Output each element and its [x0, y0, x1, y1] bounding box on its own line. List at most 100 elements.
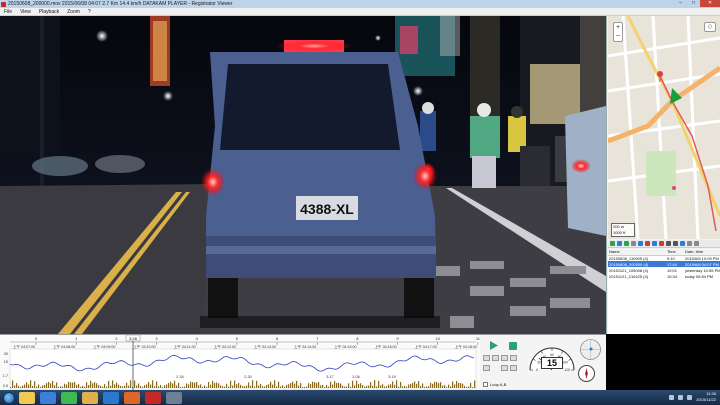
- accel-bar: [280, 386, 282, 388]
- messenger-icon[interactable]: [40, 391, 56, 404]
- accel-bar: [200, 384, 202, 388]
- system-tray: 11:26 2015/11/22: [669, 391, 716, 403]
- accel-bar: [300, 383, 302, 388]
- timeline-graph[interactable]: 0 1 2 3 4 5 6 7 8 9 10 11 上午 04:07:00 上午 04:08:00 上午 …: [0, 335, 480, 391]
- time-label: 上午 04:14:00: [294, 344, 316, 349]
- line-icon[interactable]: [61, 391, 77, 404]
- accel-bar: [466, 386, 468, 388]
- accel-bar: [468, 386, 470, 388]
- frame-back-button[interactable]: [483, 355, 490, 361]
- accel-bar: [112, 380, 114, 388]
- accel-bar: [178, 382, 180, 388]
- tray-arrow-icon[interactable]: [669, 394, 675, 400]
- accel-bar: [354, 385, 356, 388]
- export-icon[interactable]: [652, 241, 657, 246]
- menu-playback[interactable]: Playback: [35, 9, 63, 15]
- chrome-icon[interactable]: [19, 391, 35, 404]
- timeline-panel[interactable]: 0 1 2 3 4 5 6 7 8 9 10 11 上午 04:07:00 上午 04:08:00 上午 …: [0, 334, 480, 391]
- save-icon[interactable]: [638, 241, 643, 246]
- accel-bar: [198, 385, 200, 388]
- frame-forward-button[interactable]: [492, 355, 499, 361]
- accel-bar: [294, 383, 296, 388]
- accel-bar: [42, 385, 44, 388]
- slow-button[interactable]: [501, 355, 508, 361]
- list-view-icon[interactable]: [687, 241, 692, 246]
- prev-file-icon[interactable]: [666, 241, 671, 246]
- accel-bar: [68, 381, 70, 388]
- accel-bar: [144, 385, 146, 388]
- fast-button[interactable]: [510, 355, 517, 361]
- accel-bar: [424, 386, 426, 388]
- accel-bar: [82, 385, 84, 388]
- accel-bar: [100, 385, 102, 388]
- accel-bar: [40, 386, 42, 388]
- file-row[interactable]: 20151121_210425 (4) 10:34 today 09:54 PM: [608, 273, 720, 279]
- map-layers-button[interactable]: ◇: [704, 22, 716, 32]
- accel-bar: [70, 382, 72, 388]
- grid-view-icon[interactable]: [694, 241, 699, 246]
- video-frame[interactable]: 4388-XL: [0, 16, 606, 334]
- menu-help[interactable]: ?: [84, 9, 95, 15]
- settings-icon[interactable]: [631, 241, 636, 246]
- fit-button[interactable]: [510, 365, 517, 371]
- accel-bar: [278, 381, 280, 388]
- menu-zoom[interactable]: Zoom: [63, 9, 84, 15]
- accel-bar: [214, 383, 216, 388]
- loop-checkbox[interactable]: Loop A-B: [483, 382, 506, 387]
- accel-bar: [438, 383, 440, 388]
- accel-bar: [24, 384, 26, 388]
- ie-icon[interactable]: [103, 391, 119, 404]
- map-view[interactable]: + − ◇ 200 m 1000 ft: [608, 16, 720, 239]
- accel-bar: [330, 381, 332, 388]
- open-folder-icon[interactable]: [617, 241, 622, 246]
- accel-bar: [396, 380, 398, 388]
- menu-file[interactable]: File: [0, 9, 16, 15]
- accel-bar: [248, 382, 250, 388]
- minimize-button[interactable]: –: [674, 0, 687, 7]
- map-zoom-in-button[interactable]: +: [614, 23, 622, 32]
- zoom-in-button[interactable]: [501, 365, 508, 371]
- start-button[interactable]: [3, 391, 15, 404]
- play-icon[interactable]: [489, 341, 498, 350]
- accel-bar: [410, 383, 412, 388]
- accel-bar: [122, 386, 124, 388]
- volume-icon[interactable]: [687, 394, 693, 400]
- network-icon[interactable]: [678, 394, 684, 400]
- accel-bar: [66, 384, 68, 388]
- clock[interactable]: 11:26 2015/11/22: [696, 391, 716, 403]
- info-icon[interactable]: [680, 241, 685, 246]
- menu-view[interactable]: View: [16, 9, 35, 15]
- refresh-icon[interactable]: [624, 241, 629, 246]
- folder-icon[interactable]: [82, 391, 98, 404]
- accel-bar: [312, 381, 314, 388]
- accel-bar: [262, 386, 264, 388]
- close-file-icon[interactable]: [659, 241, 664, 246]
- accel-bar: [440, 382, 442, 388]
- accel-bar: [252, 380, 254, 388]
- loop-checkbox-box[interactable]: [483, 382, 488, 387]
- accel-bar: [284, 386, 286, 388]
- gauge-tick-label: 100: [562, 361, 568, 365]
- file-date: 2015/6/8 10:09 PM: [685, 255, 719, 261]
- accel-bar: [18, 385, 20, 388]
- accel-bar: [228, 386, 230, 388]
- player-app-icon[interactable]: [166, 391, 182, 404]
- map-zoom-out-button[interactable]: −: [614, 32, 622, 41]
- download-icon[interactable]: [124, 391, 140, 404]
- accel-bar: [328, 386, 330, 388]
- accel-bar: [374, 380, 376, 388]
- media-icon[interactable]: [145, 391, 161, 404]
- zoom-out-button[interactable]: [483, 365, 490, 371]
- accel-bar: [22, 385, 24, 388]
- accel-bar: [434, 381, 436, 388]
- close-button[interactable]: ✕: [700, 0, 720, 7]
- add-file-icon[interactable]: [610, 241, 615, 246]
- stop-icon[interactable]: [509, 342, 517, 350]
- next-file-icon[interactable]: [673, 241, 678, 246]
- accel-bar: [236, 384, 238, 388]
- maximize-button[interactable]: □: [687, 0, 700, 7]
- accel-bar: [190, 381, 192, 388]
- accel-bar: [182, 386, 184, 388]
- delete-icon[interactable]: [645, 241, 650, 246]
- accel-bar: [302, 386, 304, 388]
